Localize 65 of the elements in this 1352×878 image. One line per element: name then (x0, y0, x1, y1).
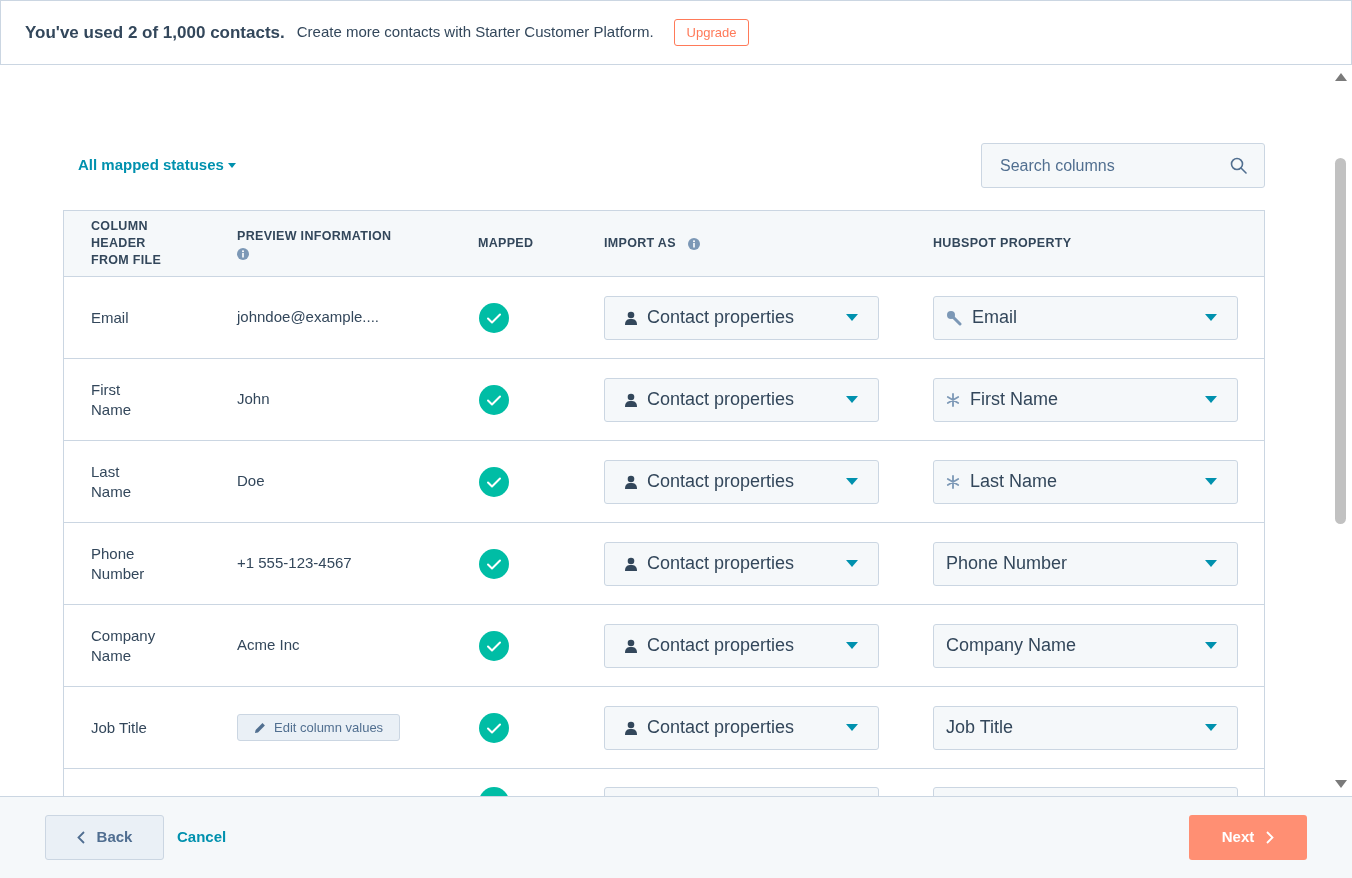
caret-icon (1205, 724, 1217, 731)
caret-icon (227, 163, 236, 168)
import-as-dropdown[interactable]: Contact properties (604, 623, 879, 668)
scroll-up-icon (1334, 73, 1347, 81)
import-as-dropdown[interactable]: Contact properties (604, 377, 879, 422)
wrench-icon (946, 309, 962, 326)
table-cell-text: Phone Number (91, 543, 146, 584)
back-button[interactable]: Back (45, 815, 164, 860)
person-icon (625, 392, 637, 407)
person-icon (625, 556, 637, 571)
chevron-left-icon (76, 831, 85, 844)
column-heading: MAPPED (477, 235, 535, 253)
column-heading: COLUMN HEADER FROM FILE (91, 218, 163, 269)
asterisk-icon (946, 474, 960, 489)
caret-icon (846, 314, 858, 321)
table-cell: John (237, 390, 270, 408)
import-as-dropdown[interactable]: Contact properties (604, 459, 879, 504)
caret-icon (1205, 314, 1217, 321)
scroll-down-icon (1334, 780, 1347, 788)
property-dropdown[interactable]: Phone Number (933, 541, 1238, 586)
caret-icon (1205, 560, 1217, 567)
asterisk-icon (946, 392, 960, 407)
table-cell-text: Company Name (91, 625, 157, 666)
caret-icon (1205, 478, 1217, 485)
chevron-right-icon (1266, 831, 1275, 844)
property-dropdown[interactable]: First Name (933, 377, 1238, 422)
info-icon (237, 247, 249, 260)
import-as-dropdown[interactable]: Contact properties (604, 705, 879, 750)
person-icon (625, 310, 637, 325)
property-dropdown[interactable]: Email (933, 295, 1238, 340)
usage-message: Create more contacts with Starter Customer Platform. (296, 22, 654, 43)
edit-values-button[interactable]: Edit column values (237, 714, 401, 741)
person-icon (625, 474, 637, 489)
caret-icon (1205, 396, 1217, 403)
pencil-icon (254, 721, 266, 734)
property-dropdown[interactable]: Company Name (933, 623, 1238, 668)
table-cell-text: Email (91, 307, 130, 328)
usage-headline: You've used 2 of 1,000 contacts. (25, 21, 285, 44)
caret-icon (846, 642, 858, 649)
table-cell-text: Job Title (91, 717, 148, 738)
info-icon (687, 237, 700, 250)
table-cell: Doe (237, 472, 265, 490)
property-dropdown[interactable]: Last Name (933, 459, 1238, 504)
search-icon (1230, 157, 1247, 174)
caret-icon (846, 560, 858, 567)
table-cell: Acme Inc (237, 636, 300, 654)
caret-icon (1205, 642, 1217, 649)
table-cell: johndoe@example.... (237, 308, 379, 326)
scrollbar-thumb[interactable] (1335, 157, 1346, 524)
table-cell-text: Last Name (91, 461, 132, 502)
import-as-dropdown[interactable]: Contact properties (604, 541, 879, 586)
table-cell-text: First Name (91, 379, 132, 420)
column-heading: HUBSPOT PROPERTY (933, 235, 1073, 253)
import-as-dropdown[interactable]: Contact properties (604, 295, 879, 340)
column-heading: IMPORT AS (604, 235, 676, 253)
column-heading: PREVIEW INFORMATION (237, 228, 393, 246)
status-filter[interactable]: All mapped statuses (78, 154, 236, 177)
property-dropdown[interactable]: Job Title (933, 705, 1238, 750)
caret-icon (846, 396, 858, 403)
caret-icon (846, 724, 858, 731)
table-cell: +1 555-123-4567 (237, 554, 352, 572)
person-icon (625, 638, 637, 653)
caret-icon (846, 478, 858, 485)
person-icon (625, 720, 637, 735)
search-field[interactable]: Search columns (981, 143, 1265, 188)
